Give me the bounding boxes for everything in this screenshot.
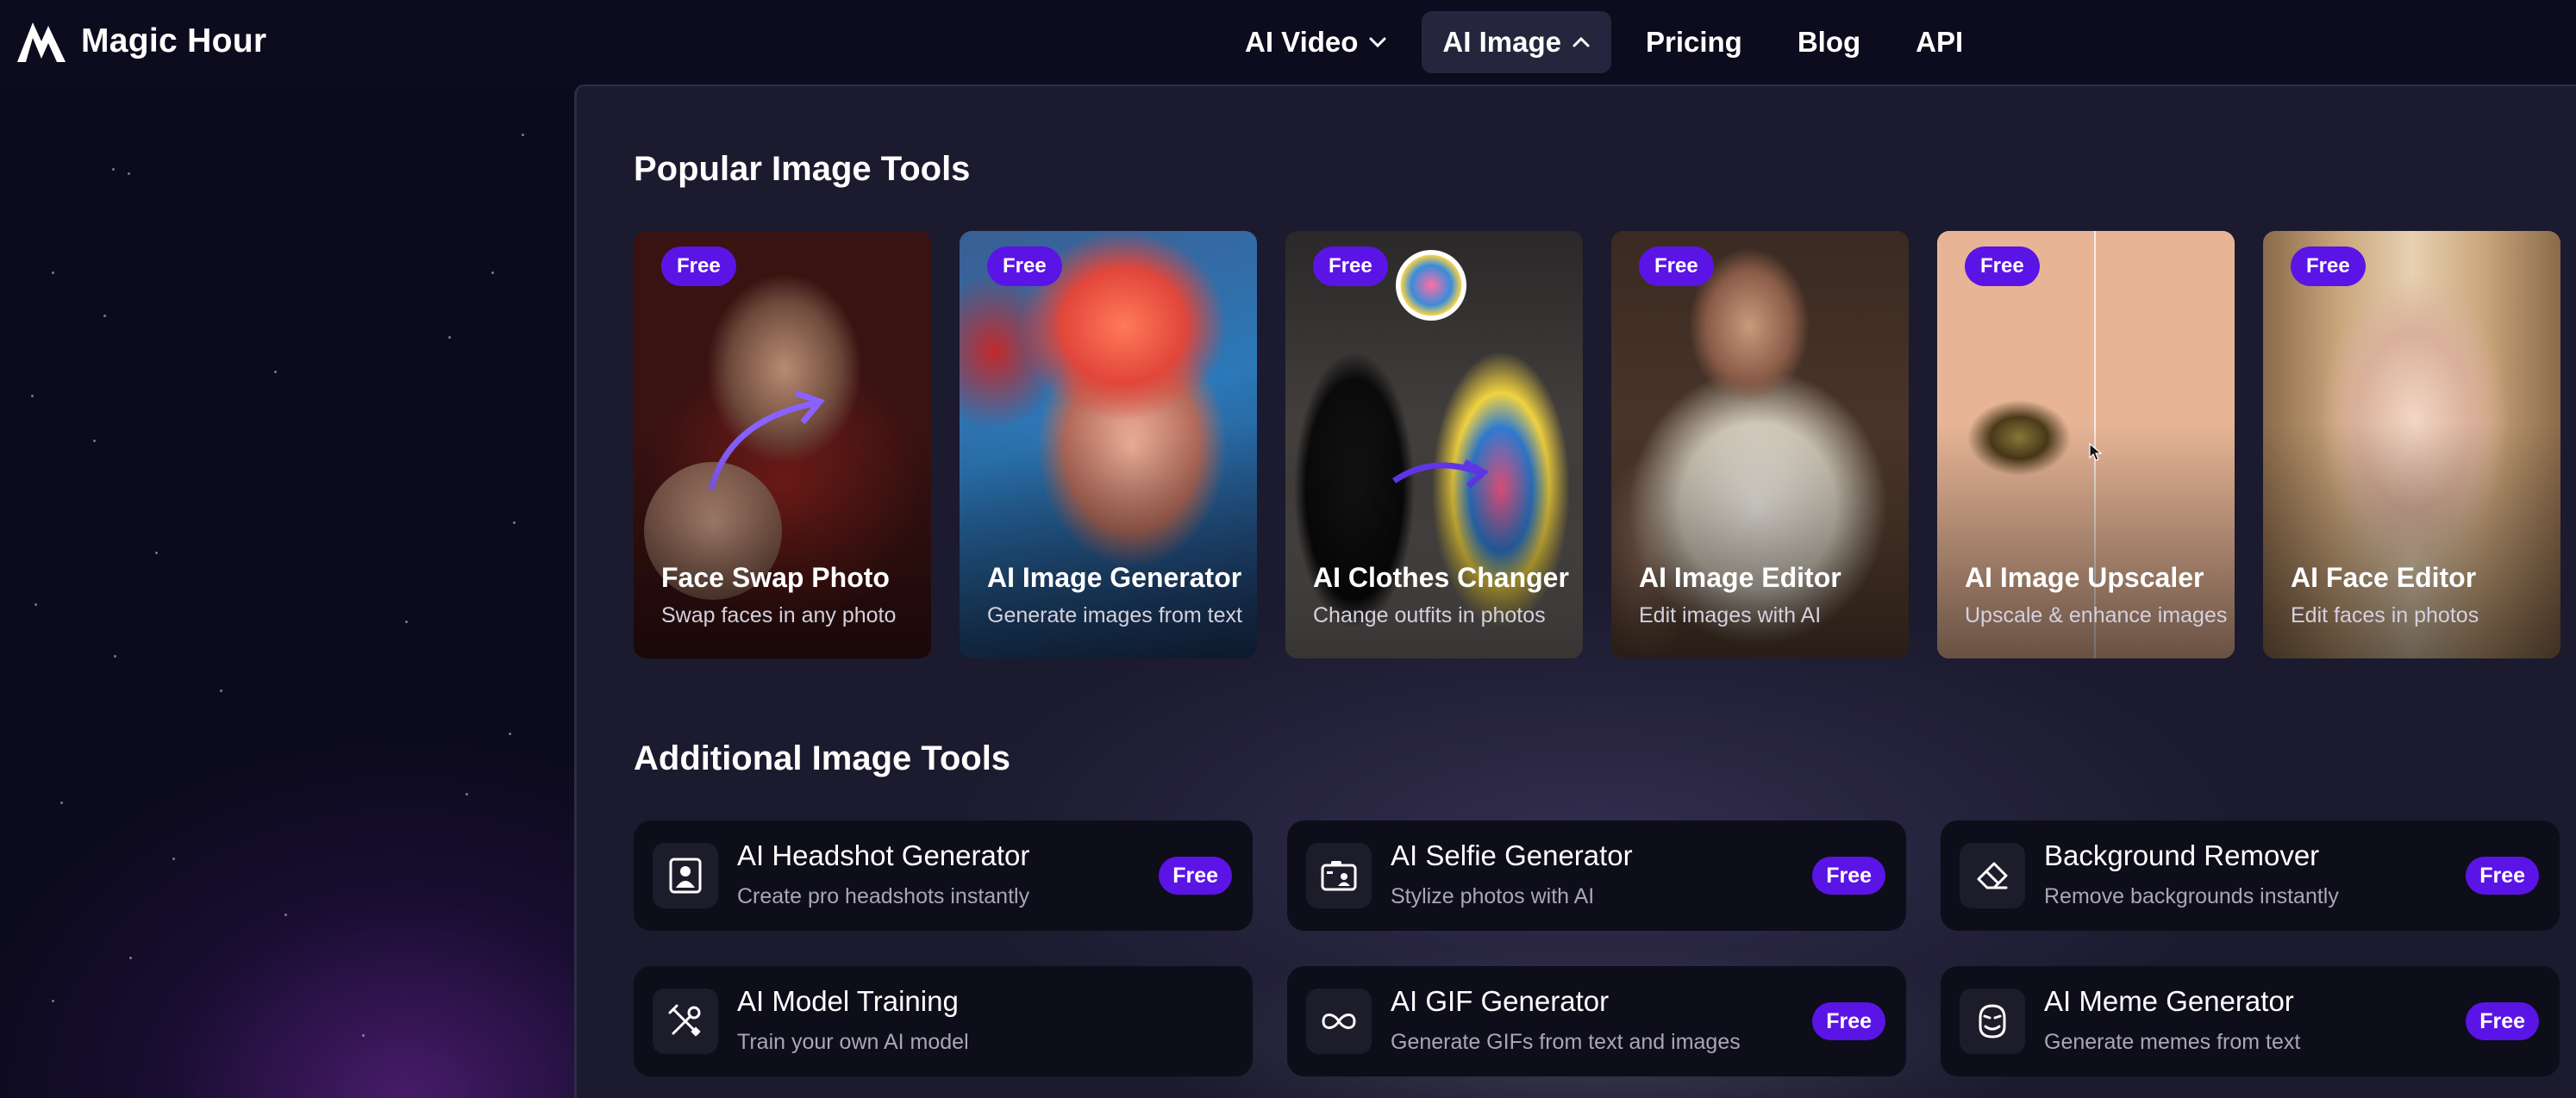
card-title: AI Image Upscaler xyxy=(1965,562,2204,593)
free-badge: Free xyxy=(1965,246,2040,286)
tool-ai-selfie-generator[interactable]: AI Selfie Generator Stylize photos with … xyxy=(1287,820,1906,931)
selfie-icon xyxy=(1321,861,1357,891)
card-subtitle: Edit images with AI xyxy=(1639,603,1822,627)
infinity-icon xyxy=(1322,1014,1356,1029)
chevron-up-icon xyxy=(1572,36,1590,47)
tool-title: AI Model Training xyxy=(737,985,959,1017)
free-badge: Free xyxy=(1812,857,1885,895)
free-badge: Free xyxy=(1812,1002,1885,1040)
eraser-icon xyxy=(1977,862,2008,889)
tool-card-ai-face-editor[interactable]: Free AI Face Editor Edit faces in photos xyxy=(2263,231,2560,658)
nav-api[interactable]: API xyxy=(1895,11,1984,73)
tool-title: AI GIF Generator xyxy=(1391,985,1610,1017)
headshot-icon xyxy=(669,858,702,894)
free-badge: Free xyxy=(2466,857,2539,895)
tool-ai-meme-generator[interactable]: AI Meme Generator Generate memes from te… xyxy=(1941,966,2560,1076)
ai-image-dropdown-panel: Popular Image Tools Free Face Swap Photo… xyxy=(574,84,2576,1098)
tool-card-ai-image-generator[interactable]: Free AI Image Generator Generate images … xyxy=(960,231,1257,658)
card-title: AI Image Generator xyxy=(987,562,1242,593)
free-badge: Free xyxy=(1159,857,1232,895)
card-subtitle: Swap faces in any photo xyxy=(661,603,897,627)
popular-tools-cards: Free Face Swap Photo Swap faces in any p… xyxy=(634,231,2576,658)
card-subtitle: Upscale & enhance images xyxy=(1965,603,2228,627)
free-badge: Free xyxy=(661,246,736,286)
free-badge: Free xyxy=(2291,246,2366,286)
nav-blog-label: Blog xyxy=(1797,26,1861,58)
magic-hour-logo-icon xyxy=(17,22,66,62)
tool-card-ai-clothes-changer[interactable]: Free AI Clothes Changer Change outfits i… xyxy=(1285,231,1583,658)
brand-name: Magic Hour xyxy=(81,22,267,59)
nav-pricing-label: Pricing xyxy=(1645,26,1742,58)
tool-subtitle: Generate GIFs from text and images xyxy=(1391,1030,1741,1054)
additional-tools-heading: Additional Image Tools xyxy=(634,739,1011,777)
tool-background-remover[interactable]: Background Remover Remove backgrounds in… xyxy=(1941,820,2560,931)
tool-title: Background Remover xyxy=(2044,839,2320,871)
tool-subtitle: Generate memes from text xyxy=(2044,1030,2301,1054)
card-subtitle: Generate images from text xyxy=(987,603,1242,627)
tool-title: AI Meme Generator xyxy=(2044,985,2294,1017)
page: Magic Hour AI Video AI Image Pricing Blo… xyxy=(0,0,2576,1098)
popular-tools-heading: Popular Image Tools xyxy=(634,150,971,188)
card-title: Face Swap Photo xyxy=(661,562,890,593)
free-badge: Free xyxy=(2466,1002,2539,1040)
nav-ai-image[interactable]: AI Image xyxy=(1422,11,1611,73)
tool-title: AI Headshot Generator xyxy=(737,839,1030,871)
card-title: AI Image Editor xyxy=(1639,562,1841,593)
meme-face-icon xyxy=(1979,1004,2006,1039)
tool-card-ai-image-editor[interactable]: Free AI Image Editor Edit images with AI xyxy=(1611,231,1909,658)
tool-card-ai-image-upscaler[interactable]: Free AI Image Upscaler Upscale & enhance… xyxy=(1937,231,2235,658)
tool-subtitle: Stylize photos with AI xyxy=(1391,884,1595,908)
tools-icon xyxy=(668,1004,701,1037)
main-nav: AI Video AI Image Pricing Blog API xyxy=(1224,11,1984,73)
mouse-cursor-icon xyxy=(2089,443,2103,461)
tool-ai-headshot-generator[interactable]: AI Headshot Generator Create pro headsho… xyxy=(634,820,1253,931)
nav-ai-image-label: AI Image xyxy=(1442,26,1561,58)
free-badge: Free xyxy=(1313,246,1388,286)
nav-ai-video-label: AI Video xyxy=(1245,26,1359,58)
nav-api-label: API xyxy=(1916,26,1964,58)
chevron-down-icon xyxy=(1369,37,1386,48)
starfield xyxy=(0,86,574,1098)
tool-ai-gif-generator[interactable]: AI GIF Generator Generate GIFs from text… xyxy=(1287,966,1906,1076)
tool-card-face-swap[interactable]: Free Face Swap Photo Swap faces in any p… xyxy=(634,231,931,658)
tool-subtitle: Train your own AI model xyxy=(737,1030,969,1054)
tool-subtitle: Remove backgrounds instantly xyxy=(2044,884,2339,908)
card-subtitle: Change outfits in photos xyxy=(1313,603,1546,627)
tool-title: AI Selfie Generator xyxy=(1391,839,1633,871)
tool-subtitle: Create pro headshots instantly xyxy=(737,884,1030,908)
free-badge: Free xyxy=(1639,246,1714,286)
card-subtitle: Edit faces in photos xyxy=(2291,603,2479,627)
nav-blog[interactable]: Blog xyxy=(1777,11,1881,73)
top-navbar: Magic Hour AI Video AI Image Pricing Blo… xyxy=(0,0,2576,84)
nav-pricing[interactable]: Pricing xyxy=(1625,11,1763,73)
card-title: AI Face Editor xyxy=(2291,562,2477,593)
card-title: AI Clothes Changer xyxy=(1313,562,1569,593)
nav-ai-video[interactable]: AI Video xyxy=(1224,11,1408,73)
tool-ai-model-training[interactable]: AI Model Training Train your own AI mode… xyxy=(634,966,1253,1076)
free-badge: Free xyxy=(987,246,1062,286)
brand-logo[interactable]: Magic Hour xyxy=(16,19,266,64)
